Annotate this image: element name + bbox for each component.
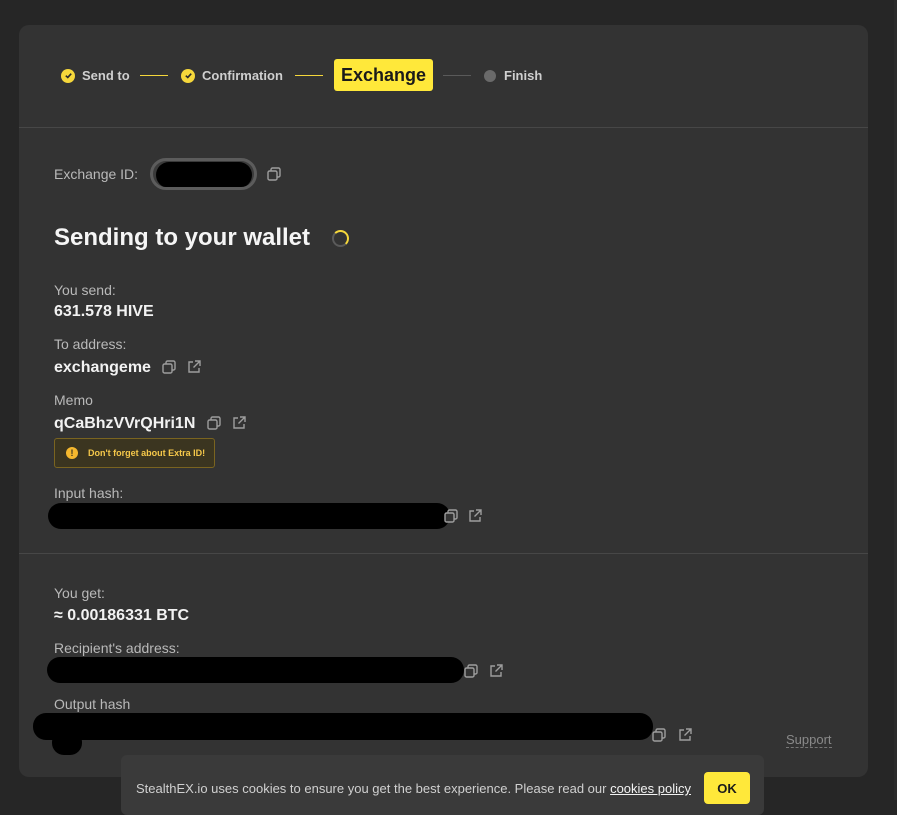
cookies-policy-link[interactable]: cookies policy	[610, 781, 691, 796]
cookie-ok-button[interactable]: OK	[704, 772, 750, 804]
output-hash-label: Output hash	[54, 696, 131, 712]
exchange-card: Send to Confirmation Exchange Finish Exc…	[19, 25, 868, 777]
copy-icon[interactable]	[161, 359, 177, 375]
step-connector	[140, 75, 168, 76]
memo-label: Memo	[54, 392, 93, 408]
step-label: Confirmation	[202, 68, 283, 83]
you-send-value: 631.578 HIVE	[54, 303, 154, 320]
memo-value: qCaBhzVVrQHri1N	[54, 415, 196, 432]
step-send-to: Send to	[61, 68, 130, 83]
step-connector	[295, 75, 323, 76]
recipient-address-label: Recipient's address:	[54, 640, 180, 656]
copy-icon[interactable]	[443, 508, 459, 524]
section-divider	[19, 127, 868, 128]
copy-icon[interactable]	[266, 166, 282, 182]
exchange-id-value	[150, 158, 257, 190]
support-link[interactable]: Support	[786, 732, 832, 748]
copy-icon[interactable]	[206, 415, 222, 431]
redaction-mark	[156, 162, 252, 187]
warning-icon: !	[66, 447, 78, 459]
check-icon	[181, 68, 195, 83]
extra-id-warning: ! Don't forget about Extra ID!	[54, 438, 215, 468]
copy-icon[interactable]	[651, 727, 667, 743]
status-title: Sending to your wallet	[54, 224, 311, 251]
check-icon	[61, 68, 75, 83]
external-link-icon[interactable]	[488, 663, 504, 679]
step-confirmation: Confirmation	[181, 68, 283, 83]
redaction-mark	[48, 503, 450, 529]
step-finish: Finish	[484, 68, 542, 83]
redaction-mark	[52, 730, 82, 755]
cookie-banner: StealthEX.io uses cookies to ensure you …	[121, 755, 764, 815]
pending-dot-icon	[484, 69, 496, 82]
to-address-label: To address:	[54, 336, 127, 352]
you-send-label: You send:	[54, 282, 116, 298]
step-exchange-active: Exchange	[334, 59, 434, 91]
step-label: Finish	[504, 68, 543, 83]
step-label: Send to	[82, 68, 130, 83]
external-link-icon[interactable]	[677, 727, 693, 743]
to-address-value: exchangeme	[54, 359, 151, 376]
external-link-icon[interactable]	[467, 508, 483, 524]
section-divider	[19, 553, 868, 554]
loading-spinner-icon	[332, 230, 349, 247]
external-link-icon[interactable]	[231, 415, 247, 431]
external-link-icon[interactable]	[186, 359, 202, 375]
cookie-text: StealthEX.io uses cookies to ensure you …	[136, 781, 691, 796]
cookie-message: StealthEX.io uses cookies to ensure you …	[136, 781, 611, 796]
redaction-mark	[47, 657, 464, 683]
you-get-value: ≈ 0.00186331 BTC	[54, 607, 190, 624]
exchange-id-label: Exchange ID:	[54, 166, 139, 182]
copy-icon[interactable]	[463, 663, 479, 679]
progress-stepper: Send to Confirmation Exchange Finish	[19, 25, 868, 128]
step-connector	[443, 75, 471, 76]
input-hash-label: Input hash:	[54, 485, 124, 501]
warning-text: Don't forget about Extra ID!	[88, 448, 206, 458]
redaction-mark	[33, 713, 653, 740]
you-get-label: You get:	[54, 585, 105, 601]
